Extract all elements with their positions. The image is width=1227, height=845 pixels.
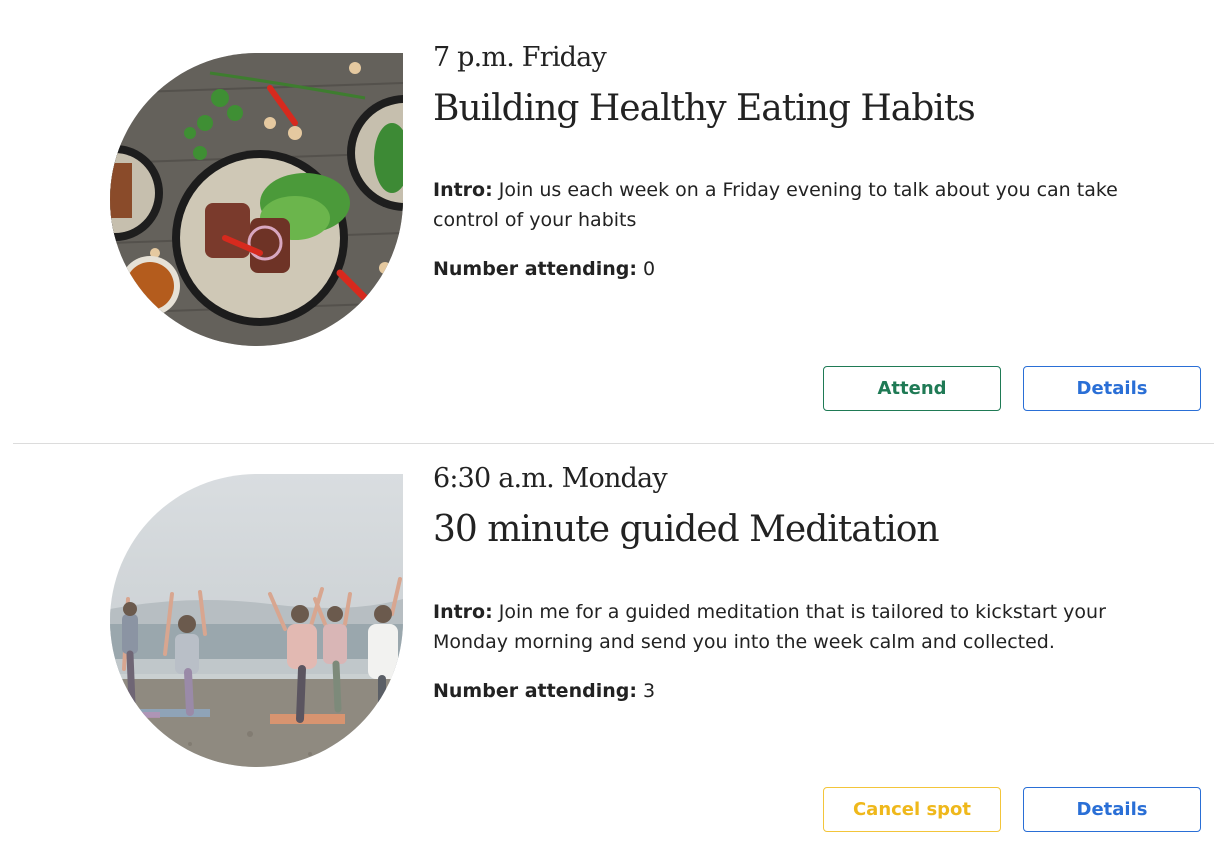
attending-label: Number attending:: [433, 680, 637, 702]
event-intro: Intro: Join us each week on a Friday eve…: [433, 175, 1173, 235]
details-button[interactable]: Details: [1023, 366, 1201, 411]
event-title: 30 minute guided Meditation: [433, 509, 940, 550]
event-time: 7 p.m. Friday: [433, 42, 607, 73]
attending-value: 3: [642, 680, 656, 702]
attending-count: Number attending: 3: [433, 680, 655, 702]
event-card: 7 p.m. Friday Building Healthy Eating Ha…: [0, 0, 1227, 443]
intro-label: Intro:: [433, 601, 493, 623]
intro-text: Join me for a guided meditation that is …: [433, 601, 1106, 653]
attending-label: Number attending:: [433, 258, 637, 280]
event-title: Building Healthy Eating Habits: [433, 88, 976, 129]
event-intro: Intro: Join me for a guided meditation t…: [433, 597, 1173, 657]
details-button[interactable]: Details: [1023, 787, 1201, 832]
event-image: [110, 53, 403, 346]
event-image: [110, 474, 403, 767]
intro-label: Intro:: [433, 179, 493, 201]
event-card: 6:30 a.m. Monday 30 minute guided Medita…: [0, 444, 1227, 845]
intro-text: Join us each week on a Friday evening to…: [433, 179, 1118, 231]
attend-button[interactable]: Attend: [823, 366, 1001, 411]
attending-count: Number attending: 0: [433, 258, 655, 280]
cancel-spot-button[interactable]: Cancel spot: [823, 787, 1001, 832]
attending-value: 0: [642, 258, 656, 280]
event-time: 6:30 a.m. Monday: [433, 463, 668, 494]
